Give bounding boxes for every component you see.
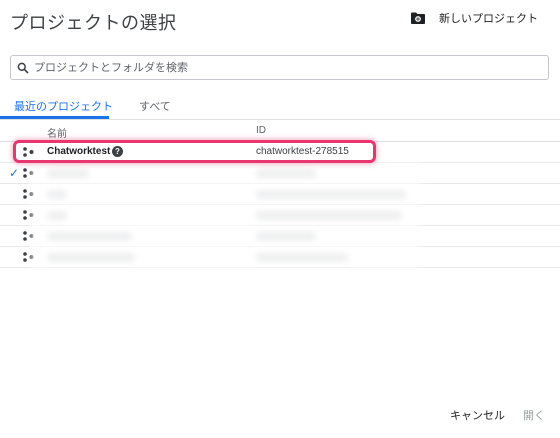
column-header-name: 名前 <box>47 129 67 140</box>
table-header: 名前 ID <box>0 120 560 142</box>
active-tab-indicator <box>0 116 109 119</box>
new-project-label: 新しいプロジェクト <box>439 13 538 25</box>
column-header-id: ID <box>256 125 266 136</box>
search-box[interactable] <box>10 55 549 80</box>
tab-bar: 最近のプロジェクト すべて <box>0 95 560 120</box>
dialog-title: プロジェクトの選択 <box>10 13 177 33</box>
tab-all[interactable]: すべて <box>139 98 171 114</box>
project-select-dialog: プロジェクトの選択 新しいプロジェクト 最近のプロジェクト すべて 名前 ID … <box>0 0 560 438</box>
tab-recent-projects[interactable]: 最近のプロジェクト <box>14 98 113 114</box>
checkmark-icon: ✓ <box>9 166 20 180</box>
cancel-button[interactable]: キャンセル <box>450 407 505 423</box>
search-input[interactable] <box>32 60 536 75</box>
folder-settings-icon <box>411 12 425 24</box>
new-project-button[interactable]: 新しいプロジェクト <box>411 10 538 26</box>
open-button[interactable]: 開く <box>523 407 545 423</box>
search-icon <box>17 62 29 74</box>
highlight-annotation <box>13 140 376 163</box>
redaction-blur <box>30 162 422 270</box>
